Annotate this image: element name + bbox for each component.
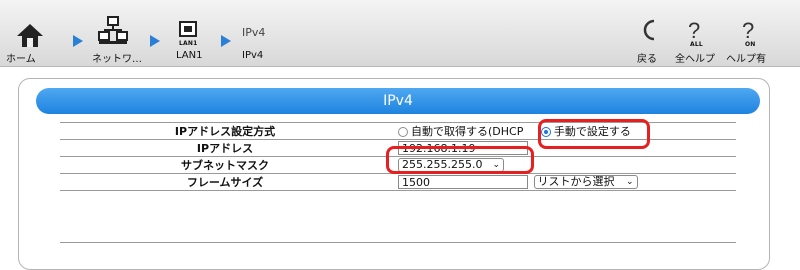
lan-icon-sublabel: LAN1 [179, 40, 198, 47]
frame-size-input[interactable]: 1500 [398, 175, 528, 189]
breadcrumb-home-label: ホーム [6, 54, 36, 65]
table-row: サブネットマスク 255.255.255.0 ⌄ [60, 156, 736, 174]
frame-size-label: フレームサイズ [60, 173, 390, 191]
ip-mode-value: 自動で取得する(DHCP 手動で設定する [390, 122, 736, 140]
breadcrumb-home[interactable]: ホーム [0, 0, 60, 66]
radio-manual[interactable]: 手動で設定する [540, 125, 631, 138]
frame-size-list-label: リストから選択 [537, 175, 615, 188]
breadcrumb-network-label: ネットワ… [92, 54, 142, 65]
ip-address-value: 192.168.1.19 [390, 139, 736, 157]
home-icon [17, 24, 43, 47]
chevron-down-icon: ⌄ [492, 160, 500, 170]
table-row: IPアドレス 192.168.1.19 [60, 139, 736, 157]
ip-address-label: IPアドレス [60, 139, 390, 157]
back-label: 戻る [637, 54, 657, 65]
breadcrumb-current-label: IPv4 [242, 50, 264, 61]
network-icon [98, 16, 128, 44]
breadcrumb-lan-label: LAN1 [176, 50, 203, 61]
breadcrumb-current-title: IPv4 [242, 26, 266, 39]
subnet-mask-label: サブネットマスク [60, 156, 390, 174]
breadcrumb-arrow-icon [221, 35, 231, 47]
chevron-down-icon: ⌄ [625, 177, 634, 187]
ipv4-settings-table: IPアドレス設定方式 自動で取得する(DHCP 手動で設定する IPアドレス 1… [60, 122, 736, 191]
subnet-mask-value: 255.255.255.0 ⌄ [390, 156, 736, 174]
breadcrumb-arrow-icon [73, 35, 83, 47]
breadcrumb-current: IPv4 IPv4 [236, 0, 276, 66]
radio-auto-label: 自動で取得する(DHCP [411, 125, 524, 138]
table-row: フレームサイズ 1500 リストから選択 ⌄ [60, 173, 736, 191]
back-arrow-icon [643, 19, 655, 41]
help-all-sublabel: ALL [690, 41, 703, 48]
back-button[interactable]: 戻る [632, 0, 664, 66]
radio-auto-dhcp[interactable]: 自動で取得する(DHCP [398, 125, 523, 138]
breadcrumb-arrow-icon [150, 35, 160, 47]
frame-size-value: 1500 リストから選択 ⌄ [390, 173, 736, 191]
panel-title: IPv4 [36, 88, 760, 114]
radio-manual-label: 手動で設定する [553, 125, 631, 138]
help-on-label: ヘルプ有 [726, 54, 766, 65]
divider [60, 242, 736, 243]
ip-mode-label: IPアドレス設定方式 [60, 122, 390, 140]
top-toolbar: ホーム ネットワ… LAN1 LAN1 IPv4 IPv4 戻る ? ALL 全… [0, 0, 800, 67]
help-all-label: 全ヘルプ [675, 54, 715, 65]
table-row: IPアドレス設定方式 自動で取得する(DHCP 手動で設定する [60, 122, 736, 140]
help-all-button[interactable]: ? ALL 全ヘルプ [672, 0, 720, 66]
help-on-sublabel: ON [745, 41, 756, 48]
help-on-button[interactable]: ? ON ヘルプ有 [724, 0, 776, 66]
subnet-mask-selected: 255.255.255.0 [402, 158, 483, 171]
lan-port-icon [179, 21, 197, 37]
frame-size-list-select[interactable]: リストから選択 ⌄ [533, 175, 638, 189]
radio-auto-icon[interactable] [398, 127, 408, 137]
breadcrumb-lan1[interactable]: LAN1 LAN1 [166, 0, 210, 66]
subnet-mask-select[interactable]: 255.255.255.0 ⌄ [398, 158, 504, 172]
breadcrumb-network[interactable]: ネットワ… [86, 0, 150, 66]
ip-address-input[interactable]: 192.168.1.19 [398, 141, 528, 155]
radio-manual-icon[interactable] [540, 127, 551, 137]
